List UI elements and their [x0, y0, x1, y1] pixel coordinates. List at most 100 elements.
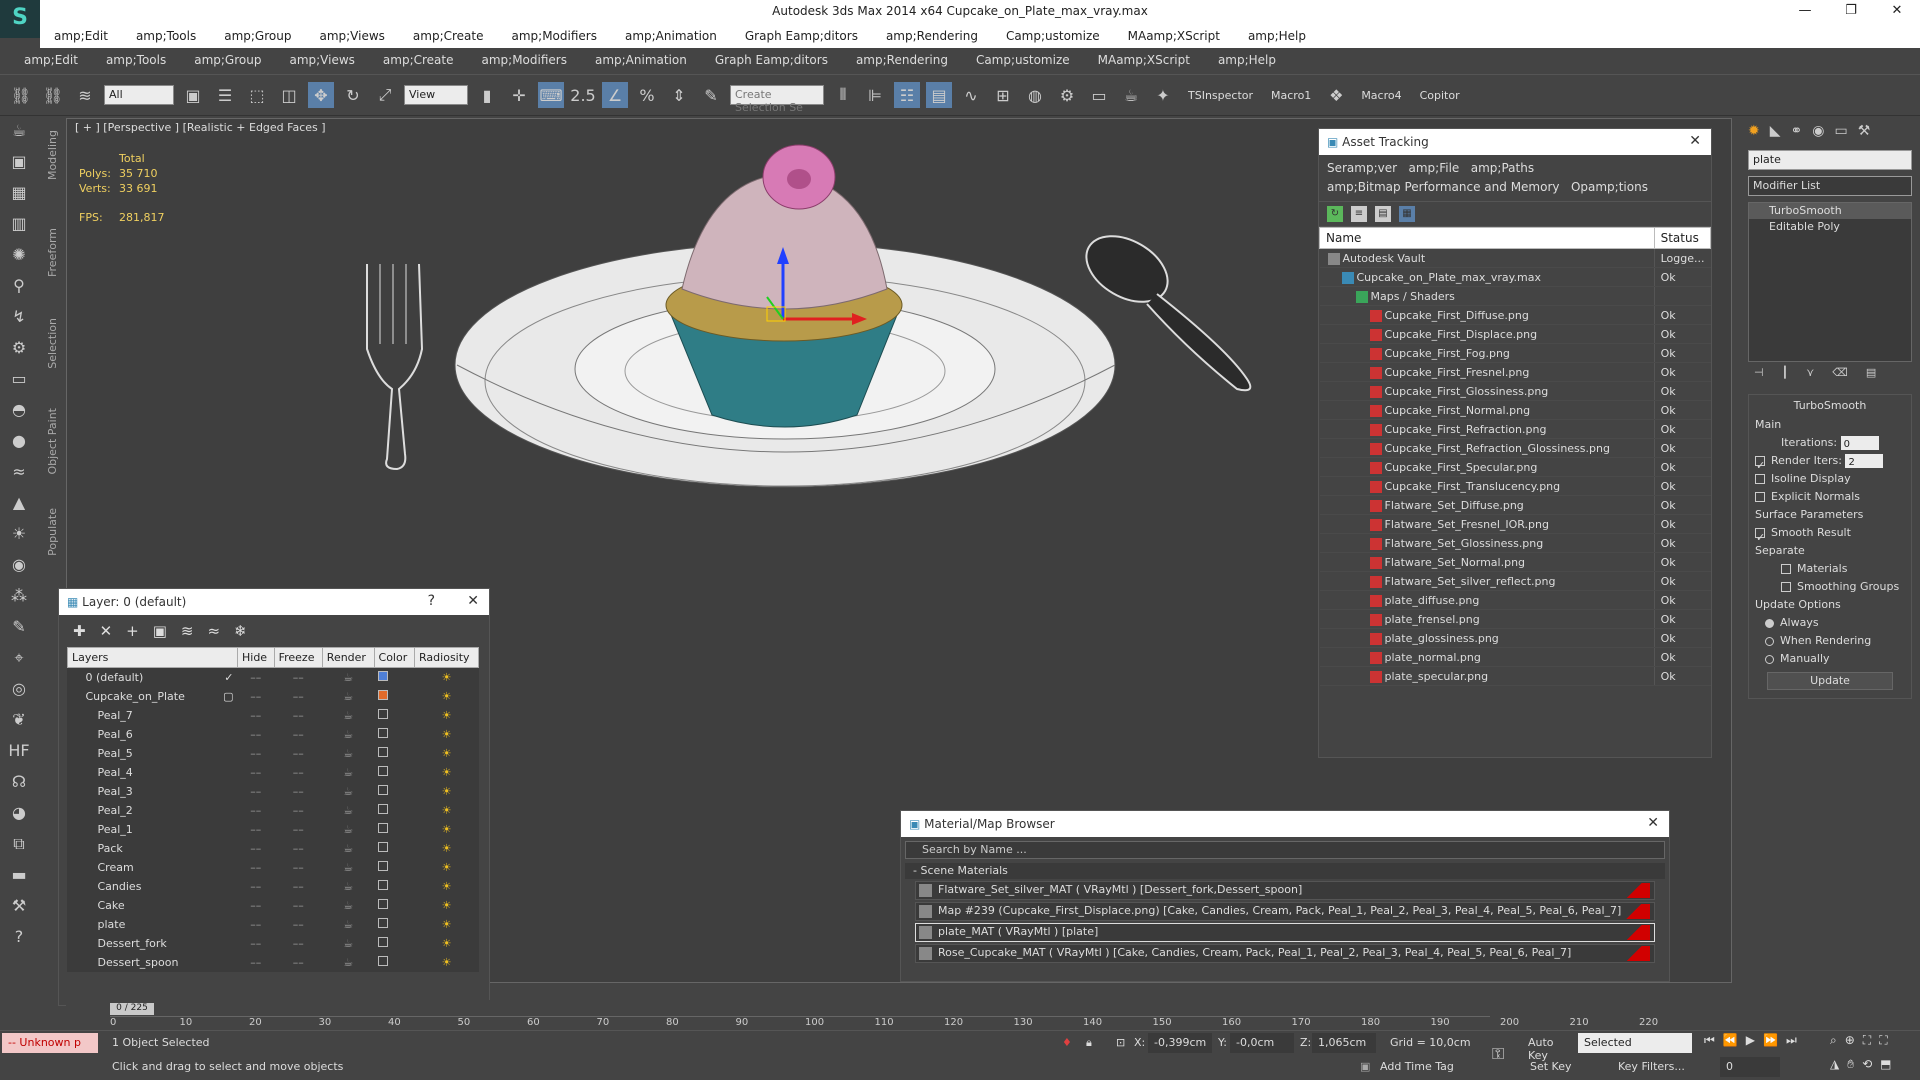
display-icon[interactable]: ▬ [4, 865, 34, 893]
previous-frame-icon[interactable]: ⏪ [1723, 1033, 1738, 1048]
radiosity-icon[interactable]: ☀ [415, 858, 479, 877]
zoom-extents-icon[interactable]: ⛶ [1863, 1033, 1871, 1048]
radiosity-icon[interactable]: ☀ [415, 801, 479, 820]
cone-icon[interactable]: ▲ [4, 493, 34, 521]
spinner-snap-icon[interactable]: ⇕ [666, 82, 692, 108]
layer-color-swatch[interactable] [378, 822, 389, 833]
render-teapot-icon[interactable]: ☕ [322, 896, 374, 915]
select-object-icon[interactable]: ▣ [180, 82, 206, 108]
macro4-button[interactable]: Macro4 [1355, 89, 1407, 102]
current-layer-marker[interactable]: ✓ [224, 671, 233, 684]
col-render[interactable]: Render [321, 647, 375, 668]
align-icon[interactable]: ⊫ [862, 82, 888, 108]
next-frame-icon[interactable]: ⏩ [1763, 1033, 1778, 1048]
render-teapot-icon[interactable]: ☕ [322, 782, 374, 801]
timeline[interactable]: 0 / 225 0 10 20 30 40 50 60 70 80 90 100 110 120 130 1… [66, 1000, 1732, 1030]
pan-icon[interactable]: ✋︎ [1847, 1057, 1854, 1072]
close-icon[interactable]: ✕ [467, 593, 479, 609]
layer-color-swatch[interactable] [378, 936, 389, 947]
material-item[interactable]: Rose_Cupcake_MAT ( VRayMtl ) [Cake, Cand… [915, 944, 1655, 963]
layer-manager-icon[interactable]: ☷ [894, 82, 920, 108]
menu-options[interactable]: Opamp;tions [1571, 180, 1648, 194]
asset-row[interactable]: plate_glossiness.png Ok [1319, 628, 1711, 648]
close-icon[interactable]: ✕ [1689, 133, 1701, 149]
key-set-dropdown[interactable]: Selected [1578, 1033, 1692, 1053]
col-color[interactable]: Color [373, 647, 416, 668]
asset-row[interactable]: Flatware_Set_Diffuse.png Ok [1319, 495, 1711, 515]
timeline-ruler[interactable]: 0 10 20 30 40 50 60 70 80 90 100 110 120 130 140 150 160… [110, 1016, 1658, 1030]
hide-toggle[interactable]: –– [238, 706, 275, 725]
plant-icon[interactable]: ❦ [4, 710, 34, 738]
play-icon[interactable]: ▶ [1746, 1033, 1755, 1048]
current-layer-marker[interactable]: ▢ [223, 690, 233, 703]
freeze-toggle[interactable]: –– [274, 953, 322, 972]
material-item[interactable]: plate_MAT ( VRayMtl ) [plate] [915, 923, 1655, 942]
menu-server[interactable]: Seramp;ver [1327, 161, 1397, 175]
freeze-toggle[interactable]: –– [274, 877, 322, 896]
globe-icon[interactable]: ◎ [4, 679, 34, 707]
z-coordinate-field[interactable]: 1,065cm [1312, 1033, 1376, 1053]
col-layers[interactable]: Layers [67, 647, 238, 668]
freeze-toggle[interactable]: –– [274, 782, 322, 801]
freeze-toggle[interactable]: –– [274, 725, 322, 744]
utilities-tab-icon[interactable]: ⚒ [1858, 123, 1871, 139]
menu-item[interactable]: amp;Tools [92, 53, 180, 67]
paint-icon[interactable]: ✎ [4, 617, 34, 645]
snap-toggle-icon[interactable]: 2.5 [570, 82, 596, 108]
menu-item[interactable]: amp;Animation [611, 29, 731, 43]
layer-row[interactable]: Peal_4 –– –– ☕ ☀ [68, 763, 479, 782]
render-teapot-icon[interactable]: ☕ [322, 839, 374, 858]
freeze-toggle[interactable]: –– [274, 858, 322, 877]
freeze-toggle[interactable]: –– [274, 820, 322, 839]
layer-row[interactable]: Peal_1 –– –– ☕ ☀ [68, 820, 479, 839]
always-radio[interactable] [1765, 618, 1774, 628]
add-to-layer-icon[interactable]: + [126, 622, 139, 640]
zoom-icon[interactable]: ⌕ [1830, 1033, 1837, 1048]
mirror-icon[interactable]: ⫴ [830, 82, 856, 108]
motion-tab-icon[interactable]: ◉ [1812, 123, 1824, 139]
configure-sets-icon[interactable]: ▤ [1866, 366, 1876, 388]
layer-color-swatch[interactable] [378, 955, 389, 966]
menu-item[interactable]: amp;Help [1234, 29, 1320, 43]
when-rendering-radio[interactable] [1765, 636, 1774, 646]
select-scale-icon[interactable]: ⤢ [372, 82, 398, 108]
asset-row[interactable]: Cupcake_First_Refraction.png Ok [1319, 419, 1711, 439]
tsinspector-icon[interactable]: ✦ [1150, 82, 1176, 108]
menu-file[interactable]: amp;File [1409, 161, 1460, 175]
freeze-toggle[interactable]: –– [274, 839, 322, 858]
hide-toggle[interactable]: –– [238, 687, 275, 706]
explicit-normals-checkbox[interactable] [1755, 492, 1765, 502]
table-view-icon[interactable]: ▦ [1399, 206, 1415, 222]
plane-icon[interactable]: ▥ [4, 214, 34, 242]
menu-item[interactable]: Camp;ustomize [992, 29, 1114, 43]
pivot-icon[interactable]: ▮ [474, 82, 500, 108]
tab-object-paint[interactable]: Object Paint [46, 408, 59, 475]
go-to-start-icon[interactable]: ⏮ [1704, 1033, 1715, 1048]
make-unique-icon[interactable]: ⋎ [1806, 366, 1814, 388]
render-iters-checkbox[interactable]: ✓ [1755, 456, 1765, 472]
smooth-result-checkbox[interactable]: ✓ [1755, 528, 1765, 544]
render-teapot-icon[interactable]: ☕ [322, 668, 374, 687]
render-teapot-icon[interactable]: ☕ [322, 915, 374, 934]
select-by-name-icon[interactable]: ☰ [212, 82, 238, 108]
go-to-end-icon[interactable]: ⏭ [1786, 1033, 1797, 1048]
rendered-frame-window-icon[interactable]: ▭ [1086, 82, 1112, 108]
menu-item[interactable]: amp;Create [399, 29, 498, 43]
thumbnail-icon[interactable]: ▤ [1375, 206, 1391, 222]
render-teapot-icon[interactable]: ☕ [322, 763, 374, 782]
freeze-toggle[interactable]: –– [274, 896, 322, 915]
dome-icon[interactable]: ◓ [4, 400, 34, 428]
asset-row[interactable]: plate_diffuse.png Ok [1319, 590, 1711, 610]
layer-color-swatch[interactable] [378, 917, 389, 928]
auto-key-button[interactable]: Auto Key [1522, 1033, 1578, 1062]
menu-item[interactable]: amp;Create [369, 53, 468, 67]
asset-row[interactable]: Cupcake_First_Translucency.png Ok [1319, 476, 1711, 496]
hide-toggle[interactable]: –– [238, 801, 275, 820]
menu-item[interactable]: amp;Group [210, 29, 305, 43]
curve-editor-icon[interactable]: ∿ [958, 82, 984, 108]
display-tab-icon[interactable]: ▭ [1834, 123, 1847, 139]
orbit-icon[interactable]: ⟲ [1862, 1057, 1872, 1072]
material-search-input[interactable]: Search by Name ... [905, 841, 1665, 859]
macro4-icon[interactable]: ❖ [1323, 82, 1349, 108]
layer-color-swatch[interactable] [378, 689, 389, 700]
